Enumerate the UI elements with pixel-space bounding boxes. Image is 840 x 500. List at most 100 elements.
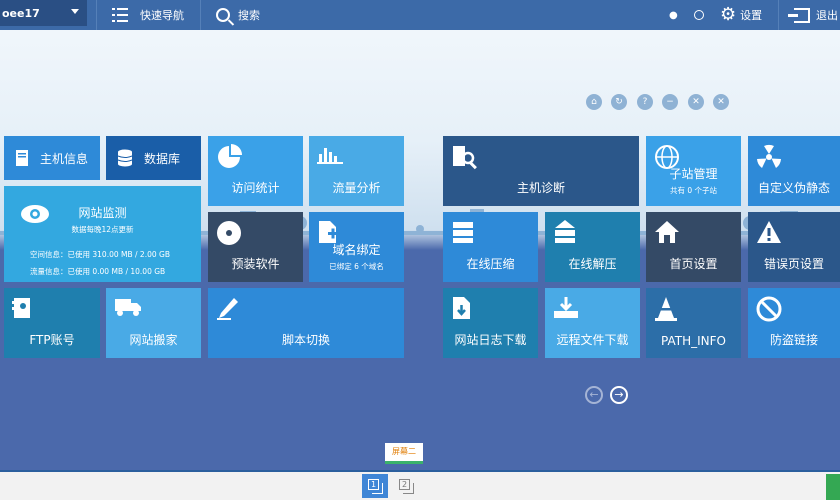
tile-domain-bind[interactable]: 域名绑定 已绑定 6 个域名	[309, 212, 404, 282]
top-bar: oee17 快速导航 搜索 ● ⚙ 设置 退出	[0, 0, 840, 30]
cone-icon	[655, 297, 677, 321]
tile-homepage[interactable]: 首页设置	[646, 212, 741, 282]
logout-label: 退出	[816, 9, 838, 22]
tile-ftp[interactable]: FTP账号	[4, 288, 100, 358]
settings-button[interactable]: ⚙ 设置	[720, 0, 762, 30]
tile-label: 网站日志下载	[454, 333, 527, 347]
tile-remote-download[interactable]: 远程文件下载	[545, 288, 640, 358]
tile-hotlink[interactable]: 防盗链接	[748, 288, 840, 358]
menu-icon	[112, 8, 128, 22]
tile-label: 网站监测	[78, 206, 127, 220]
tile-log-download[interactable]: 网站日志下载	[443, 288, 538, 358]
quick-nav-label: 快速导航	[140, 9, 184, 22]
fullscreen-icon[interactable]: ✕	[688, 94, 704, 110]
bottom-dock	[0, 470, 840, 500]
tile-visit-stats[interactable]: 访问统计	[208, 136, 303, 206]
tile-label: 数据库	[144, 151, 181, 166]
tile-label: FTP账号	[29, 333, 75, 347]
tile-script-switch[interactable]: 脚本切换	[208, 288, 404, 358]
screen-tooltip: 屏幕二	[385, 443, 423, 464]
tile-path-info[interactable]: PATH_INFO	[646, 288, 741, 358]
divider	[778, 0, 779, 30]
logout-icon	[788, 7, 810, 23]
tile-label: 主机信息	[40, 151, 89, 166]
screen-number: 2	[399, 479, 410, 490]
settings-label: 设置	[740, 9, 763, 22]
message-button[interactable]: ●	[669, 0, 678, 30]
tile-decompress[interactable]: 在线解压	[545, 212, 640, 282]
bar-chart-icon	[317, 148, 343, 164]
tile-label: 脚本切换	[281, 333, 330, 347]
tile-label: 错误页设置	[763, 257, 824, 271]
home-icon	[655, 221, 679, 243]
minimize-icon[interactable]: −	[662, 94, 678, 110]
tile-label: 首页设置	[669, 257, 718, 271]
chevron-down-icon	[71, 9, 79, 14]
tile-error-page[interactable]: 错误页设置	[748, 212, 840, 282]
tile-label: 网站搬家	[129, 333, 178, 347]
chat-icon: ●	[669, 9, 678, 21]
tile-sublabel: 数据每晚12点更新	[71, 225, 134, 234]
screen-number: 1	[368, 479, 379, 490]
search-button[interactable]: 搜索	[216, 0, 260, 30]
disc-icon	[217, 221, 241, 245]
tile-label: 流量分析	[332, 181, 381, 195]
refresh-icon[interactable]: ↻	[611, 94, 627, 110]
search-label: 搜索	[238, 9, 260, 22]
prev-page-button[interactable]: ←	[585, 386, 603, 404]
search-icon	[216, 8, 230, 22]
next-page-button[interactable]: →	[610, 386, 628, 404]
tile-database[interactable]: 数据库	[106, 136, 201, 180]
tile-host-diag[interactable]: 主机诊断	[443, 136, 639, 206]
ftp-icon	[12, 298, 30, 318]
space-info: 空间信息：已使用 310.00 MB / 2.00 GB	[30, 250, 170, 259]
database-icon	[117, 149, 133, 167]
tile-label: 远程文件下载	[556, 333, 629, 347]
warning-icon	[757, 221, 781, 243]
tile-host-info[interactable]: 主机信息	[4, 136, 100, 180]
clock-icon	[694, 10, 704, 20]
clock-button[interactable]	[694, 0, 704, 30]
file-download-icon	[453, 297, 470, 319]
pie-chart-icon	[218, 144, 242, 168]
tile-label: 预装软件	[231, 257, 280, 271]
compress-icon	[453, 222, 473, 243]
tile-label: 在线压缩	[466, 257, 515, 271]
tile-label: 主机诊断	[516, 181, 565, 195]
tile-sublabel: 已绑定 6 个域名	[329, 262, 384, 271]
tile-site-monitor[interactable]: 网站监测 数据每晚12点更新 空间信息：已使用 310.00 MB / 2.00…	[4, 186, 201, 282]
tile-label: 域名绑定	[332, 243, 381, 257]
file-plus-icon	[319, 221, 338, 243]
tile-label: 在线解压	[568, 257, 617, 271]
traffic-info: 流量信息：已使用 0.00 MB / 10.00 GB	[30, 267, 166, 276]
close-icon[interactable]: ✕	[713, 94, 729, 110]
quick-nav-button[interactable]: 快速导航	[112, 0, 184, 30]
site-name: oee17	[2, 6, 40, 20]
screen-1-button[interactable]: 1	[362, 474, 388, 498]
help-icon[interactable]: ?	[637, 94, 653, 110]
truck-icon	[115, 299, 141, 316]
gear-icon: ⚙	[720, 4, 737, 25]
tile-preinstall[interactable]: 预装软件	[208, 212, 303, 282]
divider	[200, 0, 201, 30]
home-icon[interactable]: ⌂	[586, 94, 602, 110]
tile-compress[interactable]: 在线压缩	[443, 212, 538, 282]
tile-label: 防盗链接	[769, 333, 818, 347]
tile-label: 自定义伪静态	[757, 181, 830, 195]
host-icon	[16, 150, 28, 166]
pencil-icon	[217, 298, 238, 320]
divider	[96, 0, 97, 30]
screen-2-button[interactable]: 2	[393, 474, 419, 498]
tile-pseudo-static[interactable]: 自定义伪静态	[748, 136, 840, 206]
tile-subsite[interactable]: 子站管理 共有 0 个子站	[646, 136, 741, 206]
radiation-icon	[757, 144, 781, 168]
tile-traffic[interactable]: 流量分析	[309, 136, 404, 206]
diagnose-icon	[453, 146, 477, 170]
decompress-icon	[555, 220, 575, 243]
tile-label: 访问统计	[231, 181, 280, 195]
eye-icon	[21, 205, 49, 223]
logout-button[interactable]: 退出	[788, 0, 838, 30]
tile-label: PATH_INFO	[661, 334, 726, 348]
site-selector[interactable]: oee17	[0, 0, 87, 26]
tile-site-move[interactable]: 网站搬家	[106, 288, 201, 358]
